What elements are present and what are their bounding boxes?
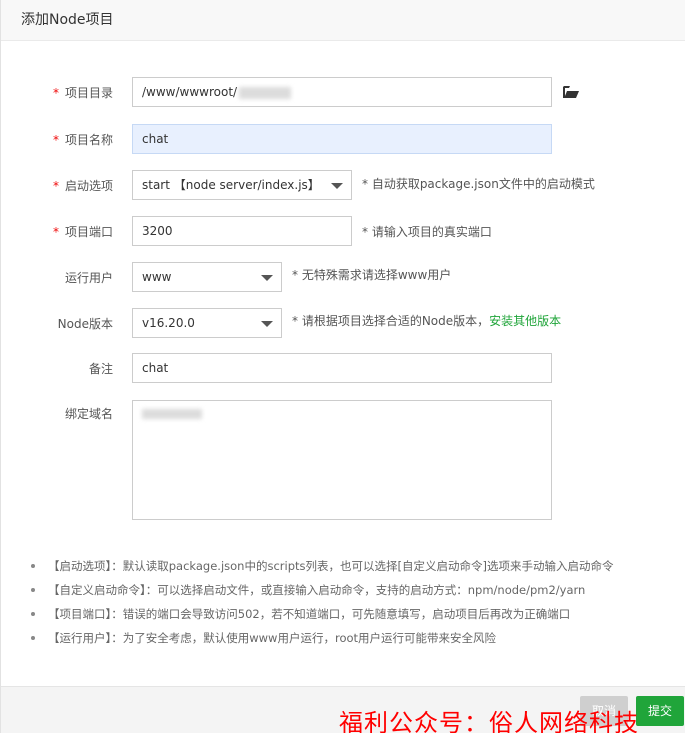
- redacted-path: [239, 86, 292, 99]
- project-dir-label: * 项目目录: [52, 86, 113, 100]
- row-start-option: * 启动选项 start 【node server/index.js】 * 自动获…: [1, 170, 685, 202]
- required-mark: *: [52, 133, 59, 147]
- run-user-hint: * 无特殊需求请选择www用户: [292, 268, 452, 282]
- start-option-label: * 启动选项: [52, 179, 113, 193]
- add-node-project-dialog: 添加Node项目 * 项目目录 /www/wwwroot/ * 项目名称 chat …: [0, 0, 685, 733]
- node-version-label: Node版本: [57, 317, 113, 331]
- required-mark: *: [52, 179, 59, 193]
- redacted-domain: [142, 409, 202, 419]
- row-run-user: 运行用户 www * 无特殊需求请选择www用户: [1, 262, 685, 294]
- run-user-select[interactable]: www: [132, 262, 282, 292]
- tips-list: 【启动选项】：默认读取package.json中的scripts列表，也可以选择…: [31, 556, 681, 652]
- install-other-versions-link[interactable]: 安装其他版本: [489, 314, 561, 328]
- folder-open-icon[interactable]: [563, 85, 579, 99]
- dialog-title: 添加Node项目: [1, 0, 685, 41]
- project-port-input[interactable]: 3200: [132, 216, 352, 246]
- project-port-hint: * 请输入项目的真实端口: [362, 225, 492, 239]
- project-dir-input[interactable]: /www/wwwroot/: [132, 77, 552, 107]
- run-user-label: 运行用户: [64, 271, 113, 285]
- start-option-select[interactable]: start 【node server/index.js】: [132, 170, 352, 200]
- start-option-hint: * 自动获取package.json文件中的启动模式: [362, 177, 595, 191]
- remark-label: 备注: [88, 362, 113, 376]
- remark-input[interactable]: chat: [132, 353, 552, 383]
- tip-item: 【自定义启动命令】：可以选择启动文件，或直接输入启动命令，支持的启动方式：npm…: [31, 580, 681, 604]
- tip-item: 【运行用户】：为了安全考虑，默认使用www用户运行，root用户运行可能带来安全…: [31, 628, 681, 652]
- project-name-label: * 项目名称: [52, 133, 113, 147]
- row-project-port: * 项目端口 3200 * 请输入项目的真实端口: [1, 216, 685, 248]
- row-node-version: Node版本 v16.20.0 * 请根据项目选择合适的Node版本，安装其他版…: [1, 308, 685, 340]
- row-remark: 备注 chat: [1, 353, 685, 385]
- node-version-hint: * 请根据项目选择合适的Node版本，安装其他版本: [292, 314, 562, 328]
- submit-button[interactable]: 提交: [636, 696, 684, 726]
- required-mark: *: [52, 86, 59, 100]
- required-mark: *: [52, 225, 59, 239]
- chevron-down-icon: [261, 275, 273, 281]
- watermark-text: 福利公众号：俗人网络科技: [339, 709, 639, 733]
- tip-item: 【启动选项】：默认读取package.json中的scripts列表，也可以选择…: [31, 556, 681, 580]
- row-project-dir: * 项目目录 /www/wwwroot/: [1, 77, 685, 109]
- bind-domain-textarea[interactable]: [132, 400, 552, 520]
- chevron-down-icon: [261, 321, 273, 327]
- bind-domain-label: 绑定域名: [64, 407, 113, 421]
- row-project-name: * 项目名称 chat: [1, 124, 685, 156]
- project-port-label: * 项目端口: [52, 225, 113, 239]
- tip-item: 【项目端口】：错误的端口会导致访问502，若不知道端口，可先随意填写，启动项目后…: [31, 604, 681, 628]
- project-name-input[interactable]: chat: [132, 124, 552, 154]
- chevron-down-icon: [331, 183, 343, 189]
- node-version-select[interactable]: v16.20.0: [132, 308, 282, 338]
